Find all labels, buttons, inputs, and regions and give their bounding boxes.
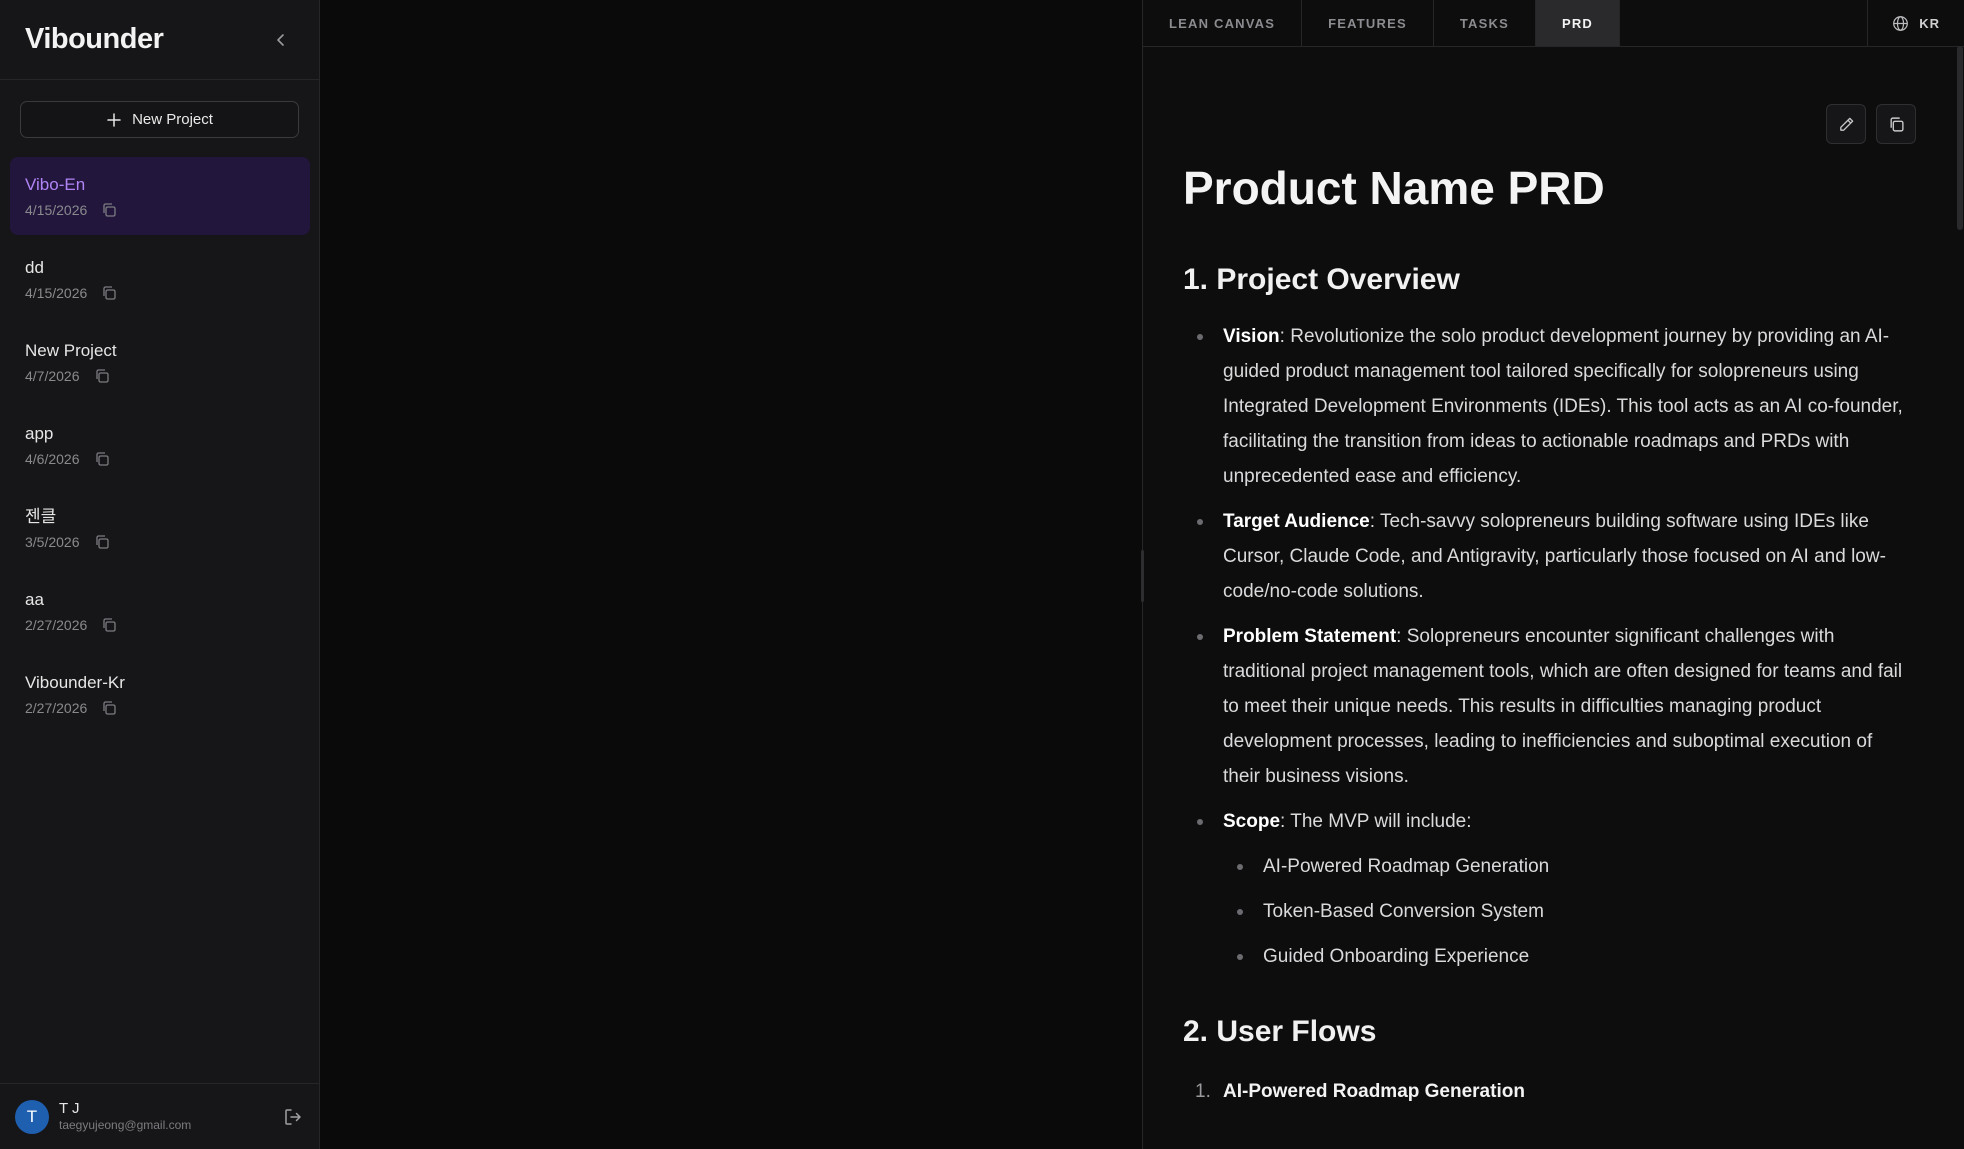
globe-icon (1893, 15, 1909, 31)
project-name: app (25, 424, 54, 443)
item-number: 1. (1195, 1081, 1211, 1102)
doc-toolbar (1826, 104, 1916, 144)
item-text: : Revolutionize the solo product develop… (1223, 326, 1903, 487)
item-text: AI-Powered Roadmap Generation (1223, 1081, 1525, 1102)
overview-list: Vision: Revolutionize the solo product d… (1183, 319, 1907, 974)
user-name: T J (59, 1100, 80, 1117)
project-name: Vibo-En (25, 175, 86, 194)
item-key: Problem Statement (1223, 626, 1397, 647)
item-text: : The MVP will include: (1280, 811, 1472, 832)
section-heading: 1. Project Overview (1183, 263, 1460, 296)
project-date: 2/27/2026 (25, 700, 88, 716)
copy-icon (95, 369, 109, 383)
duplicate-project-button[interactable] (94, 368, 110, 384)
doc-scrollbar[interactable] (1956, 46, 1964, 1149)
item-key: Vision (1223, 326, 1280, 347)
duplicate-project-button[interactable] (101, 700, 117, 716)
doc-title: Product Name PRD (1183, 162, 1605, 214)
copy-icon (1889, 116, 1904, 132)
plus-icon (107, 112, 121, 127)
duplicate-project-button[interactable] (101, 285, 117, 301)
scope-list: AI-Powered Roadmap Generation Token-Base… (1223, 849, 1907, 974)
duplicate-project-button[interactable] (101, 617, 117, 633)
user-footer: T T J taegyujeong@gmail.com (0, 1083, 320, 1149)
duplicate-project-button[interactable] (94, 534, 110, 550)
project-name: New Project (25, 341, 117, 360)
project-date: 3/5/2026 (25, 534, 80, 550)
project-name: 젠클 (25, 507, 57, 526)
edit-button[interactable] (1826, 104, 1866, 144)
project-date: 2/27/2026 (25, 617, 88, 633)
project-date: 4/7/2026 (25, 368, 80, 384)
section-heading: 2. User Flows (1183, 1015, 1377, 1048)
project-item[interactable]: app 4/6/2026 (10, 406, 310, 484)
project-date: 4/15/2026 (25, 285, 88, 301)
project-item[interactable]: Vibounder-Kr 2/27/2026 (10, 655, 310, 733)
copy-icon (103, 286, 116, 300)
copy-icon (103, 618, 116, 632)
project-item[interactable]: New Project 4/7/2026 (10, 323, 310, 401)
list-item: 1. AI-Powered Roadmap Generation (1183, 1074, 1907, 1109)
project-date: 4/15/2026 (25, 202, 88, 218)
panel-resize-handle[interactable] (1141, 550, 1144, 602)
chevron-left-icon (277, 33, 284, 46)
new-project-button[interactable]: New Project (20, 101, 299, 138)
avatar[interactable]: T (15, 1099, 49, 1134)
language-label: KR (1919, 15, 1940, 31)
tab-tasks[interactable]: TASKS (1434, 0, 1536, 46)
pencil-icon (1839, 117, 1853, 131)
scope-item: AI-Powered Roadmap Generation (1223, 849, 1907, 884)
doc-tabbar: LEAN CANVAS FEATURES TASKS PRD KR (1143, 0, 1964, 47)
duplicate-project-button[interactable] (94, 451, 110, 467)
project-item[interactable]: dd 4/15/2026 (10, 240, 310, 318)
copy-icon (103, 701, 116, 715)
logout-button[interactable] (281, 1105, 305, 1129)
copy-icon (95, 452, 109, 466)
project-name: Vibounder-Kr (25, 673, 125, 692)
prd-document: Product Name PRD 1. Project Overview Vis… (1183, 160, 1907, 1109)
scope-item: Token-Based Conversion System (1223, 894, 1907, 929)
workspace-canvas (320, 0, 1142, 1149)
list-item: Problem Statement: Solopreneurs encounte… (1183, 619, 1907, 794)
app-title: Vibounder (25, 23, 164, 55)
tab-features[interactable]: FEATURES (1302, 0, 1434, 46)
list-item: Target Audience: Tech-savvy solopreneurs… (1183, 504, 1907, 609)
collapse-sidebar-button[interactable] (269, 28, 293, 52)
list-item: Vision: Revolutionize the solo product d… (1183, 319, 1907, 494)
doc-scrollbar-thumb[interactable] (1957, 46, 1963, 230)
user-email: taegyujeong@gmail.com (59, 1118, 192, 1132)
item-key: Target Audience (1223, 511, 1370, 532)
logout-icon (285, 1108, 301, 1125)
project-name: aa (25, 590, 44, 609)
language-toggle-button[interactable]: KR (1867, 0, 1964, 46)
tab-prd[interactable]: PRD (1535, 0, 1621, 46)
project-date: 4/6/2026 (25, 451, 80, 467)
copy-icon (103, 203, 116, 217)
sidebar-header: Vibounder (0, 0, 319, 80)
document-panel: LEAN CANVAS FEATURES TASKS PRD KR Produc… (1141, 0, 1964, 1149)
sidebar: Vibounder New Project Vibo-En 4/15/2026 … (0, 0, 320, 1149)
project-item[interactable]: 젠클 3/5/2026 (10, 489, 310, 567)
project-list: Vibo-En 4/15/2026 dd 4/15/2026 New Proje… (10, 157, 310, 738)
tab-lean-canvas[interactable]: LEAN CANVAS (1143, 0, 1303, 46)
project-item[interactable]: aa 2/27/2026 (10, 572, 310, 650)
copy-icon (95, 535, 109, 549)
item-text: : Solopreneurs encounter significant cha… (1223, 626, 1903, 787)
list-item: Scope: The MVP will include: AI-Powered … (1183, 804, 1907, 974)
new-project-label: New Project (132, 111, 213, 128)
user-info: T J taegyujeong@gmail.com (59, 1100, 281, 1133)
project-name: dd (25, 258, 44, 277)
duplicate-project-button[interactable] (101, 202, 117, 218)
scope-item: Guided Onboarding Experience (1223, 939, 1907, 974)
user-flows-list: 1. AI-Powered Roadmap Generation (1183, 1074, 1907, 1109)
project-item[interactable]: Vibo-En 4/15/2026 (10, 157, 310, 235)
copy-document-button[interactable] (1876, 104, 1916, 144)
item-key: Scope (1223, 811, 1281, 832)
